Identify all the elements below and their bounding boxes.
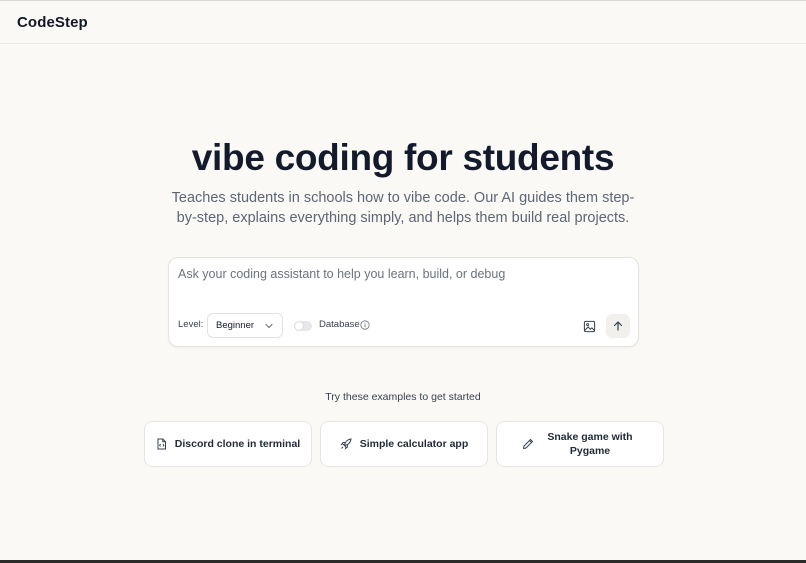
examples-title: Try these examples to get started [325, 391, 481, 403]
level-selected-value: Beginner [216, 320, 255, 331]
top-header: CodeStep [0, 0, 806, 44]
level-label: Level: [178, 319, 204, 330]
pencil-icon [523, 439, 533, 449]
prompt-input[interactable] [178, 264, 628, 284]
example-label: Simple calculator app [359, 438, 469, 450]
file-code-icon [157, 438, 166, 450]
example-card-calculator[interactable]: Simple calculator app [320, 421, 488, 467]
rocket-icon [339, 438, 352, 450]
app-logo[interactable]: CodeStep [17, 14, 88, 31]
page: CodeStep vibe coding for students Teache… [0, 0, 806, 563]
prompt-box: Level: Beginner Database [168, 257, 639, 347]
level-select[interactable]: Beginner [207, 313, 283, 338]
example-label: Discord clone in terminal [174, 438, 301, 450]
arrow-up-icon [613, 321, 623, 331]
image-icon [583, 320, 595, 332]
attach-image-button[interactable] [577, 314, 601, 338]
database-toggle[interactable] [294, 321, 312, 331]
database-label: Database [319, 319, 360, 330]
example-label: Snake game with Pygame [547, 431, 633, 457]
chevron-down-icon [265, 323, 273, 329]
send-button[interactable] [606, 314, 630, 338]
toggle-knob [295, 322, 303, 330]
example-card-discord-clone[interactable]: Discord clone in terminal [144, 421, 312, 467]
hero-subtitle: Teaches students in schools how to vibe … [171, 190, 635, 226]
example-card-snake-game[interactable]: Snake game with Pygame [496, 421, 664, 467]
info-icon[interactable] [360, 320, 370, 330]
hero-title: vibe coding for students [191, 137, 615, 178]
